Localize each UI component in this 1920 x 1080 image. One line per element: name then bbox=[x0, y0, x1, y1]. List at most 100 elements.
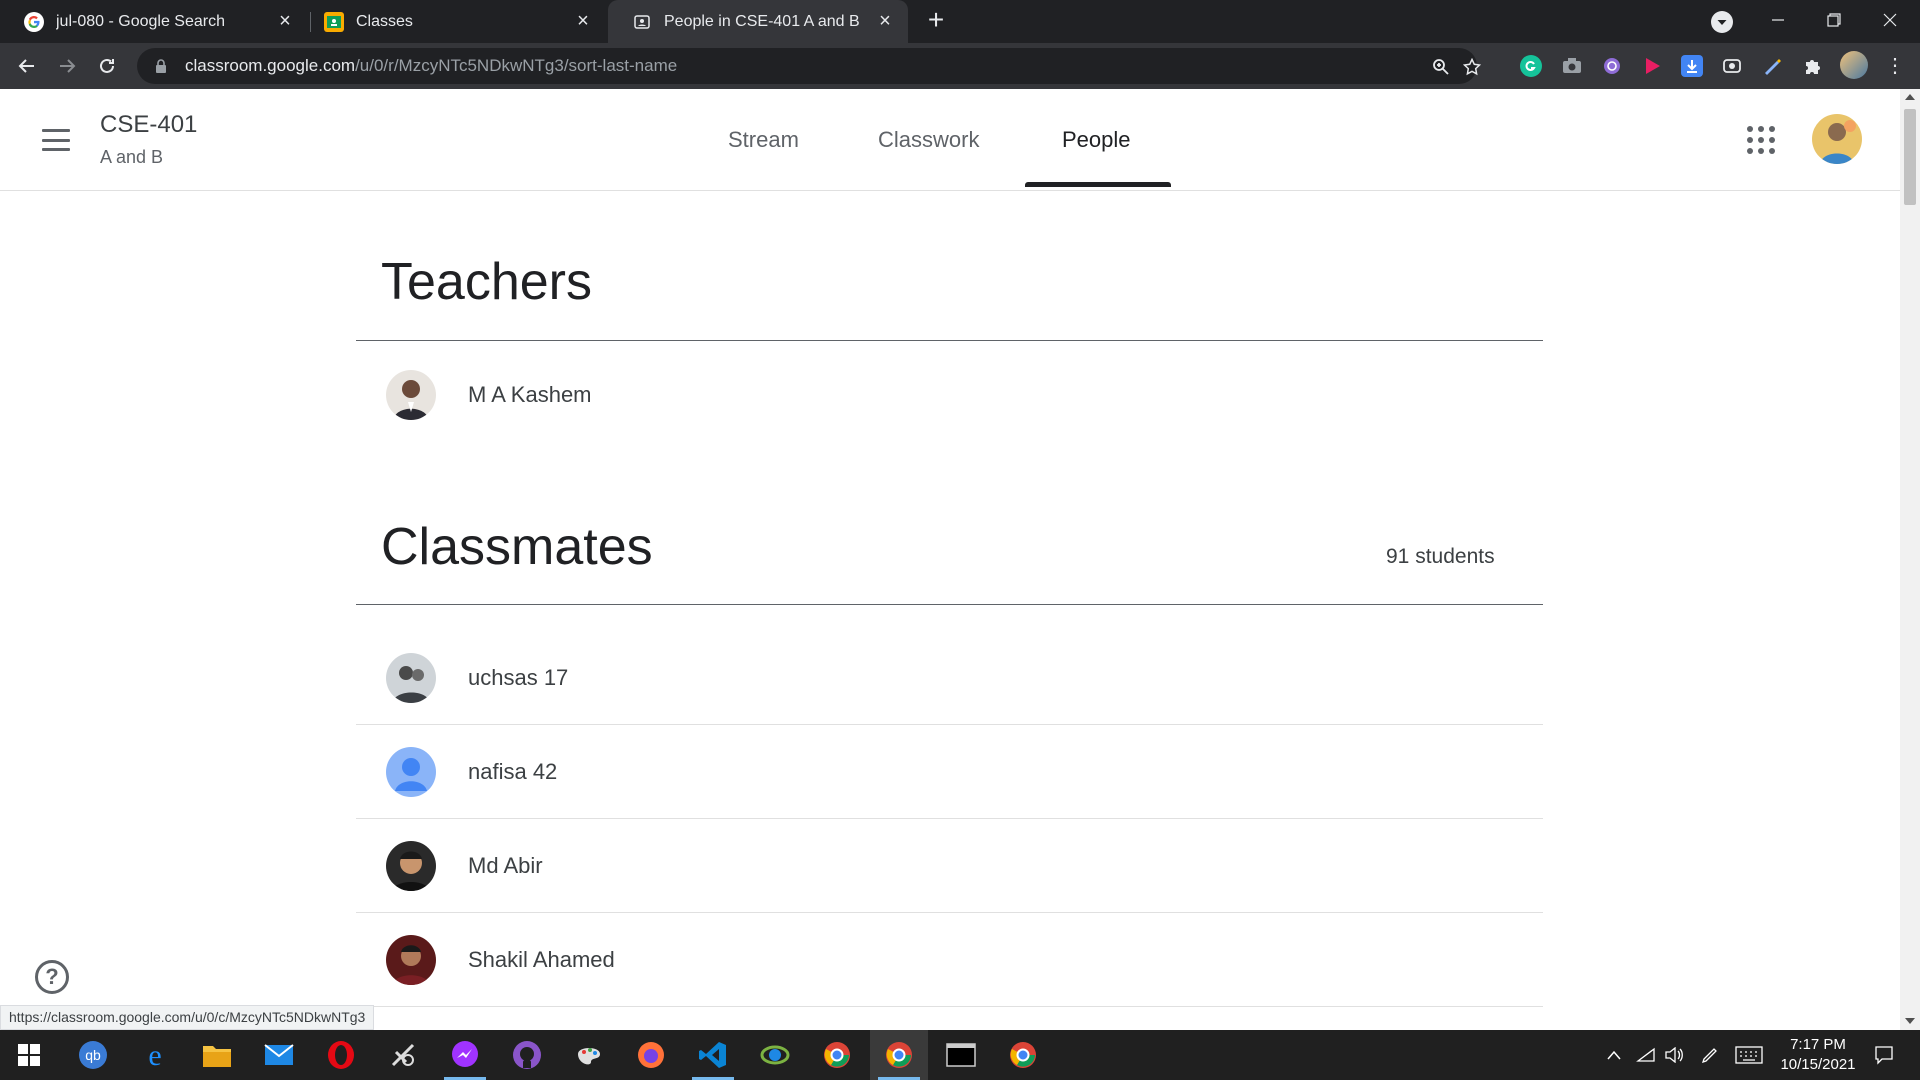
class-section: A and B bbox=[100, 147, 164, 167]
forward-button[interactable] bbox=[50, 49, 84, 83]
scrollbar-thumb[interactable] bbox=[1904, 109, 1916, 205]
wifi-icon bbox=[1636, 1047, 1655, 1062]
reload-button[interactable] bbox=[90, 49, 124, 83]
taskbar-messenger[interactable] bbox=[436, 1030, 494, 1080]
zoom-icon[interactable] bbox=[1431, 57, 1451, 77]
minimize-button[interactable] bbox=[1750, 0, 1806, 40]
action-center[interactable] bbox=[1864, 1030, 1904, 1080]
help-button[interactable]: ? bbox=[35, 960, 69, 994]
student-row[interactable]: Shakil Ahamed bbox=[356, 913, 1543, 1007]
system-clock[interactable]: 7:17 PM 10/15/2021 bbox=[1768, 1035, 1868, 1075]
classmates-divider bbox=[356, 604, 1543, 605]
download-extension-icon[interactable] bbox=[1681, 55, 1703, 77]
browser-tab-people[interactable]: People in CSE-401 A and B × bbox=[608, 0, 908, 43]
taskbar-terminal[interactable] bbox=[932, 1030, 990, 1080]
close-icon[interactable]: × bbox=[274, 10, 296, 33]
browser-tab-classes[interactable]: Classes × bbox=[300, 0, 606, 43]
network-status[interactable] bbox=[1632, 1030, 1660, 1080]
profile-avatar[interactable] bbox=[1840, 51, 1868, 79]
taskbar-qbittorrent[interactable]: qb bbox=[64, 1030, 122, 1080]
browser-toolbar: classroom.google.com/u/0/r/MzcyNTc5NDkwN… bbox=[0, 43, 1920, 89]
taskbar-paint[interactable] bbox=[560, 1030, 618, 1080]
pen-workspace[interactable] bbox=[1696, 1030, 1724, 1080]
restore-button[interactable] bbox=[1806, 0, 1862, 40]
taskbar-mail[interactable] bbox=[250, 1030, 308, 1080]
paint-icon bbox=[578, 1048, 600, 1065]
browser-tab-google-search[interactable]: jul-080 - Google Search × bbox=[0, 0, 308, 43]
arrow-left-icon bbox=[18, 59, 34, 73]
url-path: /u/0/r/MzcyNTc5NDkwNTg3/sort-last-name bbox=[355, 56, 678, 75]
people-icon bbox=[632, 12, 652, 32]
tab-search-button[interactable] bbox=[1711, 11, 1733, 33]
page-scrollbar[interactable] bbox=[1900, 89, 1920, 1030]
more-vert-icon[interactable]: ⋮ bbox=[1884, 55, 1906, 77]
camera-extension-icon[interactable] bbox=[1561, 55, 1583, 77]
taskbar-chrome-profile[interactable] bbox=[808, 1030, 866, 1080]
taskbar-file-explorer[interactable] bbox=[188, 1030, 246, 1080]
play-extension-icon[interactable] bbox=[1641, 55, 1663, 77]
vpn-extension-icon[interactable] bbox=[1601, 55, 1623, 77]
chevron-down-icon bbox=[1717, 20, 1727, 25]
opera-icon bbox=[328, 1041, 354, 1069]
tab-stream[interactable]: Stream bbox=[728, 127, 799, 153]
scroll-up-icon[interactable] bbox=[1905, 94, 1915, 100]
grammarly-extension-icon[interactable] bbox=[1520, 55, 1542, 77]
tab-title: jul-080 - Google Search bbox=[56, 12, 225, 30]
taskbar-chrome-canary[interactable] bbox=[994, 1030, 1052, 1080]
taskbar-chrome[interactable] bbox=[870, 1030, 928, 1080]
show-hidden-icons-button[interactable] bbox=[1600, 1030, 1628, 1080]
taskbar-opera[interactable] bbox=[312, 1030, 370, 1080]
close-icon[interactable]: × bbox=[874, 10, 896, 33]
google-apps-button[interactable] bbox=[1744, 123, 1778, 157]
start-button[interactable] bbox=[0, 1030, 58, 1080]
taskbar-github[interactable] bbox=[498, 1030, 556, 1080]
windows-taskbar: qb e 7:17 PM 10/15/2021 bbox=[0, 1030, 1920, 1080]
notification-icon bbox=[1875, 1046, 1893, 1065]
svg-text:qb: qb bbox=[85, 1047, 101, 1063]
taskbar-globe-app[interactable] bbox=[746, 1030, 804, 1080]
taskbar-satellite-app[interactable] bbox=[374, 1030, 432, 1080]
tab-people[interactable]: People bbox=[1062, 127, 1131, 153]
firefox-icon bbox=[638, 1042, 664, 1068]
classroom-header: CSE-401 A and B Stream Classwork People bbox=[0, 89, 1900, 191]
classmates-heading: Classmates bbox=[381, 518, 653, 576]
tab-title: People in CSE-401 A and B bbox=[664, 12, 860, 30]
scroll-down-icon[interactable] bbox=[1905, 1018, 1915, 1024]
new-tab-button[interactable]: + bbox=[923, 6, 949, 34]
reload-icon bbox=[100, 58, 114, 73]
screen-capture-extension-icon[interactable] bbox=[1721, 55, 1743, 77]
student-count: 91 students bbox=[1386, 545, 1495, 568]
minimize-icon bbox=[1772, 19, 1784, 21]
teacher-row[interactable]: M A Kashem bbox=[356, 348, 1543, 442]
taskbar-firefox[interactable] bbox=[622, 1030, 680, 1080]
student-row[interactable]: uchsas 17 bbox=[356, 631, 1543, 725]
help-icon: ? bbox=[45, 964, 59, 989]
bookmark-star-icon[interactable] bbox=[1462, 57, 1482, 77]
back-button[interactable] bbox=[10, 49, 44, 83]
tab-classwork[interactable]: Classwork bbox=[878, 127, 979, 153]
address-bar[interactable]: classroom.google.com/u/0/r/MzcyNTc5NDkwN… bbox=[137, 48, 1481, 84]
student-name: Shakil Ahamed bbox=[468, 947, 615, 972]
lock-icon[interactable] bbox=[153, 58, 169, 74]
student-row[interactable]: Md Abir bbox=[356, 819, 1543, 913]
puzzle-extensions-icon[interactable] bbox=[1801, 55, 1823, 77]
teachers-divider bbox=[356, 340, 1543, 341]
active-tab-indicator bbox=[1025, 182, 1171, 187]
volume-control[interactable] bbox=[1660, 1030, 1688, 1080]
pen-extension-icon[interactable] bbox=[1761, 55, 1783, 77]
student-row[interactable]: nafisa 42 bbox=[356, 725, 1543, 819]
touch-keyboard[interactable] bbox=[1732, 1030, 1766, 1080]
close-icon[interactable]: × bbox=[572, 10, 594, 33]
main-menu-button[interactable] bbox=[36, 125, 76, 155]
student-avatar bbox=[386, 841, 436, 891]
close-window-button[interactable] bbox=[1862, 0, 1918, 40]
globe-icon bbox=[760, 1045, 790, 1065]
terminal-icon bbox=[946, 1043, 976, 1067]
class-name[interactable]: CSE-401 bbox=[100, 111, 197, 139]
folder-icon bbox=[203, 1046, 231, 1067]
taskbar-vscode[interactable] bbox=[684, 1030, 742, 1080]
taskbar-edge[interactable]: e bbox=[126, 1030, 184, 1080]
student-name: nafisa 42 bbox=[468, 759, 558, 784]
teacher-name: M A Kashem bbox=[468, 382, 592, 407]
account-avatar[interactable] bbox=[1812, 114, 1862, 164]
